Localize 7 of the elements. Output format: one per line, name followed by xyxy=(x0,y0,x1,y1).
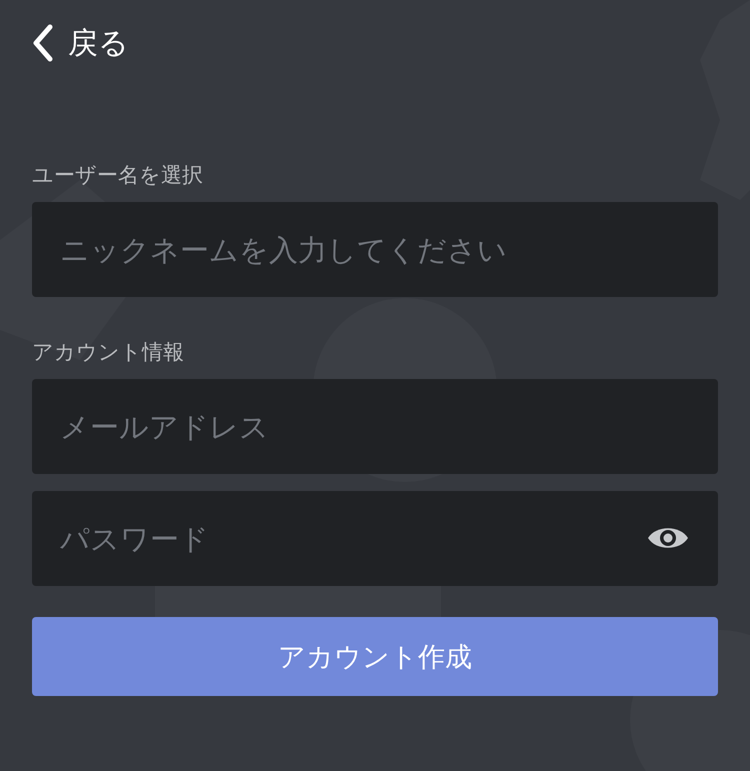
section-label: アカウント情報 xyxy=(32,339,185,366)
section-label: ユーザー名を選択 xyxy=(32,162,204,189)
back-button[interactable]: 戻る xyxy=(32,20,129,66)
password-field[interactable]: パスワード xyxy=(32,491,718,586)
input-field[interactable]: ニックネームを入力してください xyxy=(32,202,718,297)
input-field[interactable]: メールアドレス xyxy=(32,379,718,474)
back-chevron-icon xyxy=(32,24,54,62)
